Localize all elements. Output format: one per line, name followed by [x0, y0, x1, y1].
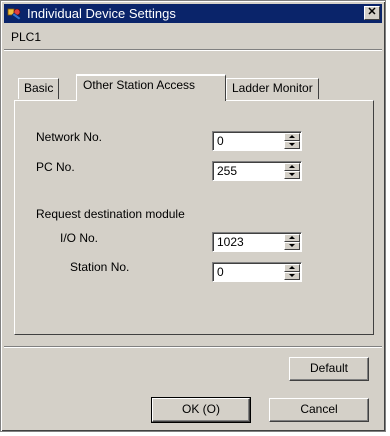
tab-basic[interactable]: Basic [18, 78, 60, 99]
pc-no-spinner[interactable]: 255 [212, 161, 302, 181]
tab-other-station-access[interactable]: Other Station Access [76, 74, 226, 101]
arrow-down-icon [289, 274, 295, 277]
spin-down-button[interactable] [284, 272, 300, 280]
close-icon: ✕ [367, 6, 377, 18]
io-no-value[interactable]: 1023 [217, 235, 244, 250]
default-button[interactable]: Default [289, 357, 369, 381]
cancel-button[interactable]: Cancel [269, 398, 369, 422]
network-no-spinner[interactable]: 0 [212, 131, 302, 151]
arrow-down-icon [289, 143, 295, 146]
spin-down-button[interactable] [284, 242, 300, 250]
spinner-buttons[interactable] [284, 264, 300, 280]
spin-down-button[interactable] [284, 171, 300, 179]
close-button[interactable]: ✕ [364, 6, 380, 20]
io-no-label: I/O No. [60, 231, 99, 245]
spin-down-button[interactable] [284, 141, 300, 149]
separator [4, 346, 382, 348]
pc-no-label: PC No. [36, 160, 75, 174]
spin-up-button[interactable] [284, 234, 300, 242]
arrow-up-icon [289, 236, 295, 239]
separator [4, 49, 382, 51]
spinner-buttons[interactable] [284, 163, 300, 179]
io-no-spinner[interactable]: 1023 [212, 232, 302, 252]
other-station-access-panel: Network No. 0 PC No. 255 Request destina… [14, 100, 374, 335]
device-name-label: PLC1 [11, 30, 42, 44]
pc-no-value[interactable]: 255 [217, 164, 237, 179]
arrow-up-icon [289, 165, 295, 168]
station-no-label: Station No. [70, 260, 130, 274]
spin-up-button[interactable] [284, 133, 300, 141]
station-no-value[interactable]: 0 [217, 265, 224, 280]
request-destination-label: Request destination module [36, 207, 185, 221]
spinner-buttons[interactable] [284, 133, 300, 149]
spin-up-button[interactable] [284, 264, 300, 272]
arrow-down-icon [289, 244, 295, 247]
arrow-up-icon [289, 135, 295, 138]
ok-button[interactable]: OK (O) [151, 397, 251, 423]
settings-app-icon [7, 8, 22, 21]
station-no-spinner[interactable]: 0 [212, 262, 302, 282]
arrow-down-icon [289, 173, 295, 176]
spinner-buttons[interactable] [284, 234, 300, 250]
individual-device-settings-dialog: Individual Device Settings ✕ PLC1 Basic … [0, 0, 386, 432]
network-no-value[interactable]: 0 [217, 134, 224, 149]
spin-up-button[interactable] [284, 163, 300, 171]
network-no-label: Network No. [36, 130, 103, 144]
arrow-up-icon [289, 266, 295, 269]
title-bar[interactable]: Individual Device Settings ✕ [4, 4, 382, 23]
window-title: Individual Device Settings [27, 6, 176, 21]
tab-ladder-monitor[interactable]: Ladder Monitor [226, 78, 319, 99]
